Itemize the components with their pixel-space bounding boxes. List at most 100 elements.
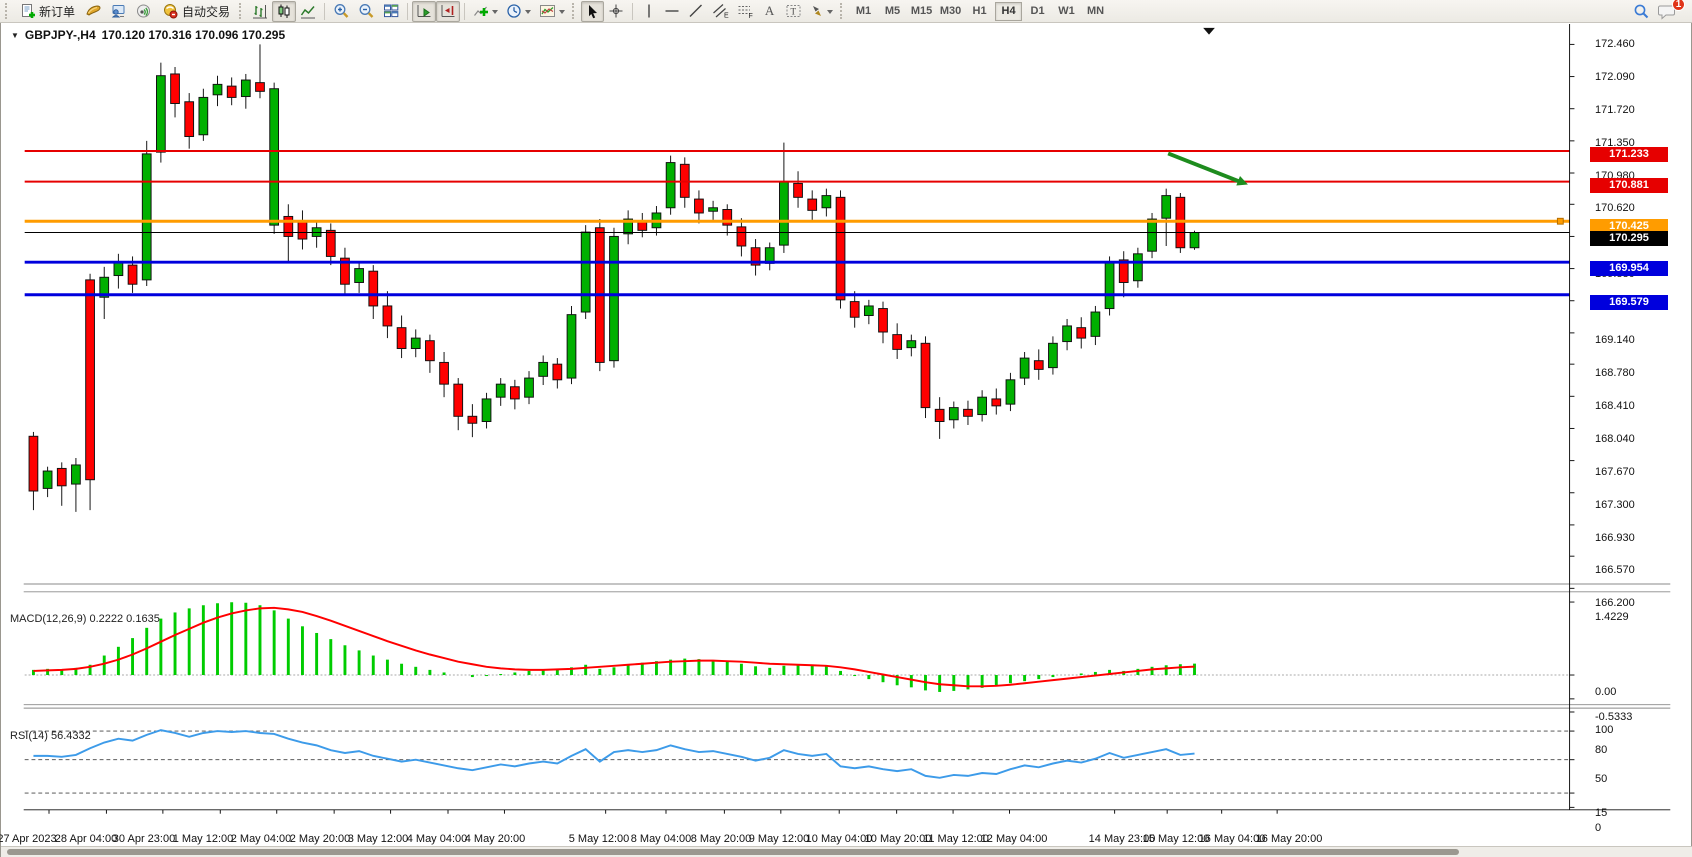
svg-text:T: T [791,7,797,17]
chart-title: ▼ GBPJPY-,H4 170.120 170.316 170.096 170… [11,28,285,42]
candle-up [1049,343,1058,367]
price-axis-label: 171.720 [1595,104,1635,116]
auto-scroll-icon [416,3,432,19]
price-badge-bid: 170.295 [1590,231,1668,246]
chart-shift-button[interactable] [436,1,460,22]
toolbar-separator [324,3,325,20]
price-badge-resistance: 171.233 [1590,147,1668,162]
bar-chart-button[interactable] [248,1,272,22]
candle-up [525,378,534,397]
chart-plot[interactable] [1,23,1692,857]
text-tool-button[interactable]: A [758,1,781,22]
fibonacci-tool-button[interactable]: F [733,1,758,22]
fibonacci-icon: F [737,3,754,19]
candle-down [440,362,449,384]
timeframe-m1-button[interactable]: M1 [850,2,877,21]
zoom-out-icon [358,3,375,19]
cursor-tool-button[interactable] [581,1,604,22]
gold-button[interactable] [81,1,106,22]
search-button[interactable] [1629,1,1654,22]
candle-down [185,102,194,137]
toolbar-grip[interactable] [840,3,844,19]
candle-up [610,236,619,360]
candle-up [581,232,590,312]
candle-down [383,306,392,326]
date-axis-label: 8 May 04:00 [631,833,692,845]
line-drag-handle[interactable] [1557,218,1563,224]
price-axis-label: 168.410 [1595,400,1635,412]
chart-window[interactable]: ▼ GBPJPY-,H4 170.120 170.316 170.096 170… [0,23,1692,857]
timeframe-mn-button[interactable]: MN [1082,2,1109,21]
toolbar-grip[interactable] [572,3,576,19]
zoom-out-button[interactable] [354,1,379,22]
price-badge-support: 169.579 [1590,295,1668,310]
clock-icon [506,3,522,19]
candle-up [270,89,279,225]
candle-down [808,199,817,210]
notifications-button[interactable]: 1 [1654,1,1680,22]
toolbar-grip[interactable] [5,3,9,19]
timeframe-d1-button[interactable]: D1 [1024,2,1051,21]
horizontal-line-tool-button[interactable] [660,1,684,22]
search-icon [1633,3,1650,20]
notification-count-badge: 1 [1672,0,1685,11]
arrows-shapes-icon [810,3,824,19]
trend-arrow-annotation[interactable] [1168,153,1242,182]
text-label-tool-button[interactable]: T [781,1,806,22]
macd-axis-label: 1.4229 [1595,611,1629,623]
timeframe-h1-button[interactable]: H1 [966,2,993,21]
crosshair-tool-button[interactable] [604,1,628,22]
candle-down [1077,328,1086,338]
horizontal-scrollbar[interactable] [1,846,1692,857]
candlestick-chart-button[interactable] [272,1,296,22]
scrollbar-thumb[interactable] [7,849,1459,855]
vertical-line-tool-button[interactable] [637,1,660,22]
candle-down [86,280,95,480]
cursor-arrow-icon [586,4,600,19]
equidistant-channel-tool-button[interactable]: E [708,1,733,22]
candle-up [1063,326,1072,342]
candle-down [879,309,888,332]
periods-button[interactable] [502,1,535,22]
chevron-down-icon [525,10,531,17]
candle-up [43,471,52,488]
candle-up [411,338,420,348]
chevron-down-icon [559,10,565,17]
timeframe-m15-button[interactable]: M15 [908,2,935,21]
auto-trading-button[interactable]: 自动交易 [156,1,236,22]
signal-broadcast-icon [135,3,152,19]
price-axis-label: 167.300 [1595,499,1635,511]
chart-menu-triangle-icon[interactable]: ▼ [11,31,19,40]
auto-scroll-button[interactable] [412,1,436,22]
candle-up [496,384,505,397]
trendline-tool-button[interactable] [684,1,708,22]
timeframe-m5-button[interactable]: M5 [879,2,906,21]
candle-up [666,163,675,208]
rsi-axis-label: 50 [1595,773,1607,785]
new-order-button[interactable]: 新订单 [14,1,81,22]
candle-down [284,216,293,236]
toolbar-grip[interactable] [239,3,243,19]
candle-down [397,328,406,349]
macd-axis-label: 0.00 [1595,686,1616,698]
toolbar-separator [407,3,408,20]
zoom-in-button[interactable] [329,1,354,22]
date-axis-label: 28 Apr 04:00 [55,833,117,845]
terminal-button[interactable] [106,1,131,22]
candle-down [964,409,973,416]
line-chart-button[interactable] [296,1,320,22]
arrows-tool-button[interactable] [806,1,837,22]
candle-up [1091,312,1100,336]
timeframe-m30-button[interactable]: M30 [937,2,964,21]
price-axis-label: 166.200 [1595,597,1635,609]
signals-button[interactable] [131,1,156,22]
toolbar-separator [464,3,465,20]
chart-shift-marker-icon[interactable] [1203,28,1215,35]
timeframe-h4-button[interactable]: H4 [995,2,1022,21]
date-axis-label: 9 May 12:00 [749,833,810,845]
tile-windows-button[interactable] [379,1,403,22]
templates-button[interactable] [535,1,569,22]
timeframe-w1-button[interactable]: W1 [1053,2,1080,21]
price-badge-resistance: 170.881 [1590,178,1668,193]
indicators-button[interactable] [469,1,502,22]
